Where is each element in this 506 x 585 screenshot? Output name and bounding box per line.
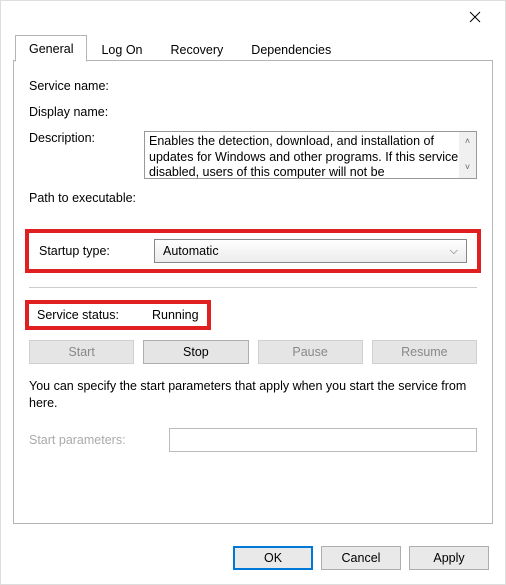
tab-recovery[interactable]: Recovery bbox=[157, 37, 238, 61]
start-params-input bbox=[169, 428, 477, 452]
titlebar bbox=[1, 1, 505, 33]
pause-button: Pause bbox=[258, 340, 363, 364]
tab-dependencies[interactable]: Dependencies bbox=[237, 37, 345, 61]
service-control-buttons: Start Stop Pause Resume bbox=[29, 340, 477, 364]
startup-type-label: Startup type: bbox=[39, 244, 154, 258]
dialog-footer: OK Cancel Apply bbox=[1, 532, 505, 584]
tab-strip: General Log On Recovery Dependencies bbox=[1, 33, 505, 61]
tab-general[interactable]: General bbox=[15, 35, 87, 62]
description-label: Description: bbox=[29, 131, 144, 145]
tab-content: Service name: Display name: Description:… bbox=[13, 61, 493, 524]
start-params-label: Start parameters: bbox=[29, 433, 169, 447]
display-name-label: Display name: bbox=[29, 105, 144, 119]
properties-dialog: General Log On Recovery Dependencies Ser… bbox=[0, 0, 506, 585]
description-box[interactable]: Enables the detection, download, and ins… bbox=[144, 131, 477, 179]
path-label: Path to executable: bbox=[29, 191, 136, 205]
service-status-value: Running bbox=[152, 308, 199, 322]
separator bbox=[29, 287, 477, 288]
apply-button[interactable]: Apply bbox=[409, 546, 489, 570]
start-params-note: You can specify the start parameters tha… bbox=[29, 378, 477, 412]
cancel-button[interactable]: Cancel bbox=[321, 546, 401, 570]
tab-logon[interactable]: Log On bbox=[87, 37, 156, 61]
start-button: Start bbox=[29, 340, 134, 364]
service-name-label: Service name: bbox=[29, 79, 144, 93]
scroll-up-icon[interactable]: ˄ bbox=[459, 132, 476, 152]
start-params-row: Start parameters: bbox=[29, 428, 477, 452]
service-status-label: Service status: bbox=[37, 308, 152, 322]
ok-button[interactable]: OK bbox=[233, 546, 313, 570]
startup-type-select[interactable]: Automatic bbox=[154, 239, 467, 263]
startup-type-highlight: Startup type: Automatic bbox=[25, 229, 481, 273]
description-text: Enables the detection, download, and ins… bbox=[149, 134, 471, 179]
startup-type-value: Automatic bbox=[163, 244, 219, 258]
scroll-down-icon[interactable]: ˅ bbox=[459, 158, 476, 178]
description-scrollbar[interactable]: ˄ ˅ bbox=[459, 132, 476, 178]
close-button[interactable] bbox=[455, 3, 495, 31]
service-status-highlight: Service status: Running bbox=[25, 300, 211, 330]
resume-button: Resume bbox=[372, 340, 477, 364]
stop-button[interactable]: Stop bbox=[143, 340, 248, 364]
close-icon bbox=[469, 11, 481, 23]
